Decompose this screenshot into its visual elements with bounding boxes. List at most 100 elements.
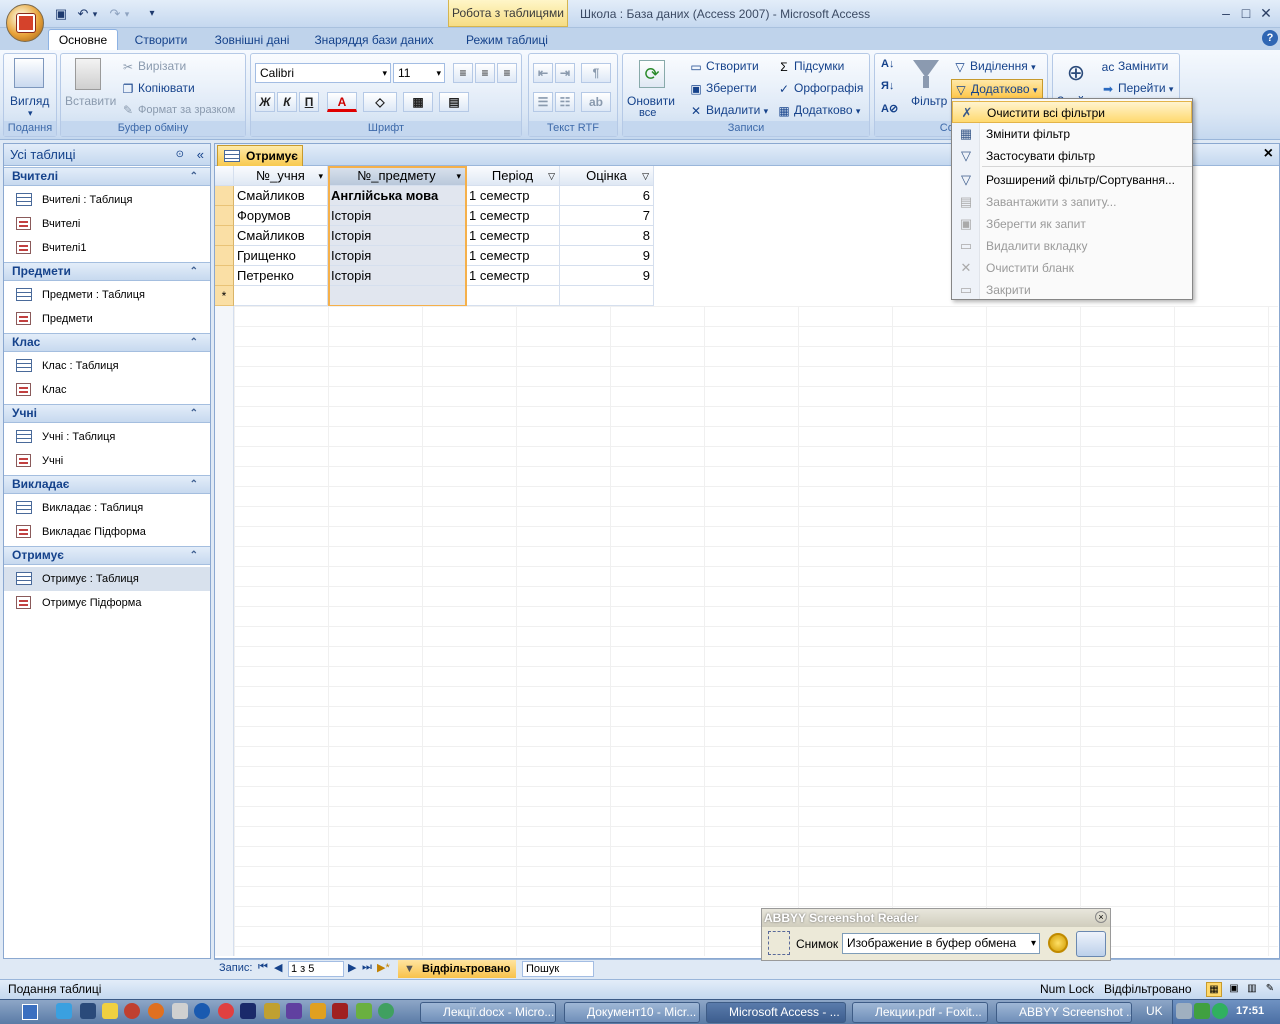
new-record-nav-icon[interactable]: ▶* — [377, 961, 390, 974]
folder-icon[interactable] — [310, 1003, 326, 1019]
nav-dropdown-icon[interactable]: ⊙ — [176, 144, 184, 166]
tray-network-icon[interactable] — [1194, 1003, 1210, 1019]
previous-record-icon[interactable]: ◀ — [274, 961, 282, 974]
row-selector[interactable] — [215, 266, 234, 286]
minimize-button[interactable]: – — [1216, 4, 1236, 22]
fill-color-icon[interactable]: ◇ — [363, 92, 397, 112]
nav-item[interactable]: Клас : Таблиця — [4, 354, 210, 378]
refresh-all-button[interactable]: Оновити — [627, 94, 675, 108]
taskbar-foxit[interactable]: Лекции.pdf - Foxit... — [852, 1002, 988, 1023]
tab-database-tools[interactable]: Знаряддя бази даних — [308, 30, 440, 50]
table-cell[interactable]: Історія — [328, 246, 466, 266]
nav-group-2[interactable]: Клас ⌃ — [4, 333, 210, 352]
capture-button[interactable] — [1076, 931, 1106, 957]
nav-item[interactable]: Вчителі — [4, 212, 210, 236]
tab-datasheet[interactable]: Режим таблиці — [452, 30, 562, 50]
table-cell[interactable]: Історія — [328, 226, 466, 246]
document-tab-otrymuie[interactable]: Отримує — [217, 145, 303, 166]
nav-item[interactable]: Викладає : Таблиця — [4, 496, 210, 520]
collapse-chevron-icon[interactable]: ⌃ — [190, 168, 198, 185]
table-cell[interactable]: 1 семестр — [466, 226, 560, 246]
download-icon[interactable] — [194, 1003, 210, 1019]
tab-home[interactable]: Основне — [48, 29, 118, 51]
font-size-combo[interactable]: 11 ▾ — [393, 63, 445, 83]
new-row-cell[interactable] — [328, 286, 466, 306]
sort-descending-icon[interactable]: Я↓ — [881, 80, 894, 92]
font-color-button[interactable]: А — [327, 92, 357, 112]
row-selector[interactable] — [215, 246, 234, 266]
cut-button[interactable]: Вирізати — [138, 59, 186, 73]
tray-arrow-icon[interactable] — [1176, 1003, 1192, 1019]
taskbar-access[interactable]: Microsoft Access - ... — [706, 1002, 846, 1023]
notes-icon[interactable] — [102, 1003, 118, 1019]
filter-button[interactable]: Фільтр — [911, 94, 947, 108]
customize-qat-icon[interactable]: ▾ — [146, 5, 158, 23]
close-button[interactable]: ✕ — [1256, 4, 1276, 22]
last-record-icon[interactable]: ⏭ — [362, 961, 372, 974]
goto-button[interactable]: Перейти — [1118, 81, 1166, 95]
firefox-icon[interactable] — [148, 1003, 164, 1019]
table-cell[interactable]: 9 — [560, 246, 654, 266]
next-record-icon[interactable]: ▶ — [348, 961, 356, 974]
table-cell[interactable]: Смайликов — [234, 226, 328, 246]
nav-item[interactable]: Предмети — [4, 307, 210, 331]
record-position-field[interactable]: 1 з 5 — [288, 961, 344, 977]
copy-button[interactable]: Копіювати — [138, 81, 195, 95]
table-cell[interactable]: Грищенко — [234, 246, 328, 266]
app-icon[interactable] — [172, 1003, 188, 1019]
gridlines-icon[interactable]: ▦ — [403, 92, 433, 112]
select-all-corner[interactable] — [215, 166, 234, 186]
nav-item[interactable]: Предмети : Таблиця — [4, 283, 210, 307]
table-cell[interactable]: 6 — [560, 186, 654, 206]
first-record-icon[interactable]: ⏮ — [258, 961, 268, 974]
table-cell[interactable]: 1 семестр — [466, 266, 560, 286]
paste-button[interactable]: Вставити — [65, 94, 116, 108]
sort-ascending-icon[interactable]: A↓ — [881, 58, 894, 70]
table-cell[interactable]: 1 семестр — [466, 246, 560, 266]
new-row-cell[interactable] — [234, 286, 328, 306]
capture-icon[interactable] — [768, 931, 790, 955]
column-dropdown-icon[interactable]: ▾ — [318, 166, 323, 185]
viewer-icon[interactable] — [378, 1003, 394, 1019]
menu-item[interactable]: ▽ Розширений фільтр/Сортування... — [952, 169, 1192, 191]
bold-button[interactable]: Ж — [255, 92, 275, 112]
save-icon[interactable]: ▣ — [52, 5, 70, 23]
row-selector[interactable] — [215, 186, 234, 206]
nav-item[interactable]: Вчителі1 — [4, 236, 210, 260]
nav-group-0[interactable]: Вчителі ⌃ — [4, 167, 210, 186]
table-cell[interactable]: Форумов — [234, 206, 328, 226]
table-cell[interactable]: Історія — [328, 206, 466, 226]
design-view-icon[interactable]: ✎ — [1262, 982, 1278, 997]
alternate-fill-icon[interactable]: ▤ — [439, 92, 469, 112]
delete-button[interactable]: Видалити — [706, 103, 760, 117]
new-row-cell[interactable] — [560, 286, 654, 306]
search-field[interactable]: Пошук — [522, 961, 594, 977]
align-left-icon[interactable]: ≡ — [453, 63, 473, 83]
collapse-chevron-icon[interactable]: ⌃ — [190, 405, 198, 422]
close-document-icon[interactable]: × — [1264, 145, 1273, 163]
pivot-chart-view-icon[interactable]: ▥ — [1244, 982, 1260, 997]
table-cell[interactable]: Англійська мова — [328, 186, 466, 206]
nav-item[interactable]: Учні — [4, 449, 210, 473]
totals-button[interactable]: Підсумки — [794, 59, 844, 73]
nav-item[interactable]: Вчителі : Таблиця — [4, 188, 210, 212]
collapse-chevron-icon[interactable]: ⌃ — [190, 476, 198, 493]
table-cell[interactable]: Історія — [328, 266, 466, 286]
advanced-filter-button[interactable]: Додатково — [971, 82, 1030, 96]
table-cell[interactable]: 9 — [560, 266, 654, 286]
nav-group-1[interactable]: Предмети ⌃ — [4, 262, 210, 281]
help-icon[interactable]: ? — [1262, 30, 1278, 46]
collapse-pane-icon[interactable]: « — [197, 144, 204, 166]
table-cell[interactable]: Петренко — [234, 266, 328, 286]
collapse-chevron-icon[interactable]: ⌃ — [190, 547, 198, 564]
filter-applied-icon[interactable]: ▽ — [548, 166, 555, 185]
collapse-chevron-icon[interactable]: ⌃ — [190, 334, 198, 351]
align-center-icon[interactable]: ≡ — [475, 63, 495, 83]
show-desktop-icon[interactable] — [22, 1004, 38, 1020]
filtered-toggle[interactable]: ▼ Відфільтровано — [398, 960, 516, 978]
italic-button[interactable]: К — [277, 92, 297, 112]
utility-icon[interactable] — [356, 1003, 372, 1019]
format-painter-button[interactable]: Формат за зразком — [138, 104, 235, 116]
abbyy-output-select[interactable]: Изображение в буфер обмена ▾ — [842, 933, 1040, 954]
opera-icon[interactable] — [124, 1003, 140, 1019]
